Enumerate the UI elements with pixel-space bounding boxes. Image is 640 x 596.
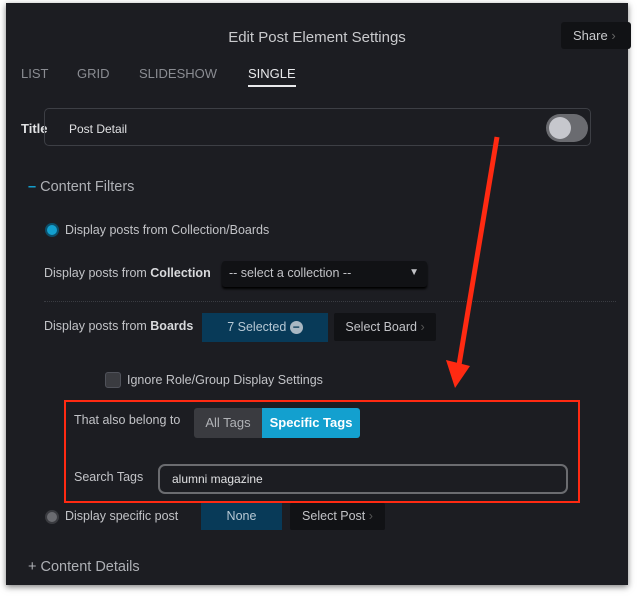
arrow-shaft [456, 136, 500, 366]
arrow-head [446, 360, 470, 388]
annotation-arrow [446, 136, 500, 388]
